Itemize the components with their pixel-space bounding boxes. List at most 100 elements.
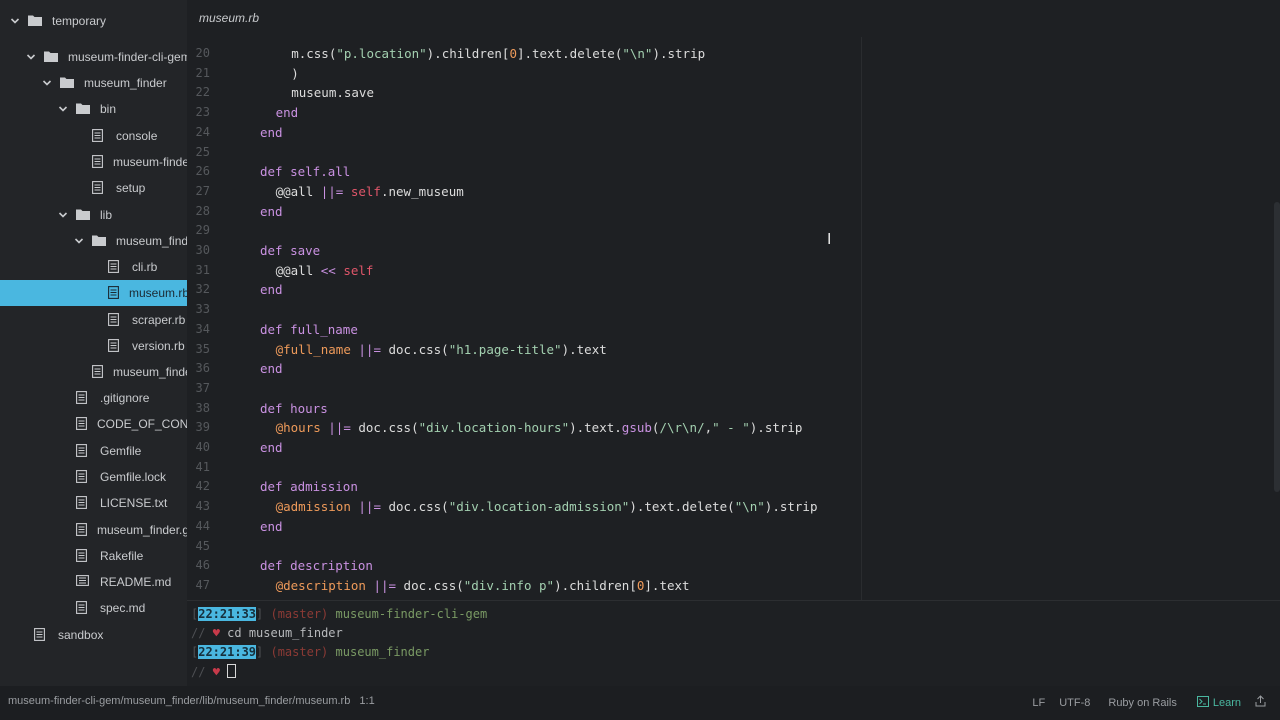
folder-icon xyxy=(28,14,42,28)
line-number: 31 xyxy=(195,262,210,277)
code-token: end xyxy=(260,124,283,140)
code-line: @@all << self xyxy=(276,261,374,281)
code-token: museum.save xyxy=(291,85,374,101)
line-number: 23 xyxy=(195,105,210,120)
tree-item-license-txt[interactable]: LICENSE.txt xyxy=(0,490,187,516)
encoding-selector[interactable]: UTF-8 xyxy=(1059,697,1090,709)
upload-icon[interactable] xyxy=(1255,695,1266,710)
tree-item-museum-finder[interactable]: museum_finder xyxy=(0,359,187,385)
code-line: museum.save xyxy=(291,83,374,103)
line-number: 30 xyxy=(195,243,210,257)
tab-bar: museum.rb xyxy=(187,0,1280,37)
tree-item-bin[interactable]: bin xyxy=(0,96,187,122)
cursor-position[interactable]: 1:1 xyxy=(359,695,374,707)
chevron-down-icon[interactable] xyxy=(74,236,84,246)
chevron-down-icon[interactable] xyxy=(58,104,68,114)
tree-item-museum-rb[interactable]: museum.rb xyxy=(0,280,187,306)
code-token: end xyxy=(260,282,283,298)
chevron-down-icon[interactable] xyxy=(58,210,68,220)
wrap-guide xyxy=(861,37,862,600)
code-token: "\n" xyxy=(622,46,653,61)
code-line: def admission xyxy=(260,477,358,497)
tree-item-code-of-cond[interactable]: CODE_OF_COND xyxy=(0,411,187,437)
chevron-down-icon[interactable] xyxy=(42,78,52,88)
tree-item-cli-rb[interactable]: cli.rb xyxy=(0,254,187,280)
tree-item-sandbox[interactable]: sandbox xyxy=(0,622,187,648)
prompt-path: museum_finder xyxy=(335,645,430,659)
tree-item-label: temporary xyxy=(52,14,107,28)
code-token: "div.location-admission" xyxy=(448,499,630,515)
code-token: doc.css( xyxy=(380,341,449,357)
tree-item-label: console xyxy=(116,129,158,143)
tree-item-gemfile-lock[interactable]: Gemfile.lock xyxy=(0,464,187,490)
file-icon xyxy=(76,496,90,510)
line-ending-selector[interactable]: LF xyxy=(1032,697,1045,709)
line-number: 37 xyxy=(195,380,210,395)
heart-icon: ♥ xyxy=(212,665,220,679)
chevron-down-icon[interactable] xyxy=(26,52,36,62)
tree-item-museum-finder-ge[interactable]: museum_finder.ge xyxy=(0,517,187,543)
tree-item-museum-finder[interactable]: museum_finder xyxy=(0,228,187,254)
code-token: 0 xyxy=(509,46,517,61)
tree-item-gitignore[interactable]: .gitignore xyxy=(0,385,187,411)
file-path-label: museum-finder-cli-gem/museum_finder/lib/… xyxy=(8,695,351,707)
tree-item-label: Gemfile xyxy=(100,444,142,458)
code-token: << xyxy=(320,262,336,278)
code-line: def full_name xyxy=(260,320,358,340)
tree-item-museum-finder[interactable]: museum-finder xyxy=(0,149,187,175)
code-token: ).text.delete( xyxy=(629,499,735,515)
tree-item-museum-finder-cli-gem[interactable]: museum-finder-cli-gem xyxy=(0,44,187,70)
code-line: def hours xyxy=(260,399,328,419)
code-token: @@all xyxy=(275,183,321,199)
editor-scrollbar[interactable] xyxy=(1274,202,1280,492)
tree-item-readme-md[interactable]: README.md xyxy=(0,569,187,595)
learn-button[interactable]: Learn xyxy=(1196,695,1241,710)
code-token: ).strip xyxy=(764,499,818,515)
tree-item-scraper-rb[interactable]: scraper.rb xyxy=(0,307,187,333)
file-icon xyxy=(76,549,90,563)
terminal-panel[interactable]: [22:21:33] (master) museum-finder-cli-ge… xyxy=(187,600,1280,687)
bracket: ] xyxy=(256,607,271,621)
file-icon xyxy=(76,523,87,537)
line-number: 45 xyxy=(195,538,210,553)
code-token: def xyxy=(260,558,291,574)
file-icon xyxy=(76,391,90,405)
tree-item-label: .gitignore xyxy=(100,391,150,405)
code-token: ).children[ xyxy=(554,577,637,593)
folder-icon xyxy=(76,208,90,222)
code-token: def xyxy=(260,321,291,337)
code-token: .new_museum xyxy=(380,183,464,199)
file-icon xyxy=(108,313,122,327)
line-number: 22 xyxy=(195,85,210,100)
code-editor[interactable]: 20 m.css("p.location").children[0].text.d… xyxy=(187,37,1280,600)
code-token: end xyxy=(260,440,283,455)
code-token: save xyxy=(290,243,321,258)
code-line: end xyxy=(276,103,299,123)
tab-museum-rb[interactable]: museum.rb xyxy=(199,11,259,25)
file-icon xyxy=(76,470,90,484)
tree-item-spec-md[interactable]: spec.md xyxy=(0,595,187,621)
grammar-selector[interactable]: Ruby on Rails xyxy=(1108,697,1176,709)
tree-item-setup[interactable]: setup xyxy=(0,175,187,201)
code-token: "p.location" xyxy=(336,46,427,61)
code-token: @hours xyxy=(275,420,321,436)
tree-item-lib[interactable]: lib xyxy=(0,202,187,228)
code-token: ).text. xyxy=(569,420,622,436)
code-token: "div.info p" xyxy=(463,577,555,593)
tree-item-version-rb[interactable]: version.rb xyxy=(0,333,187,359)
tree-item-label: museum-finder-cli-gem xyxy=(68,50,187,64)
chevron-down-icon[interactable] xyxy=(10,16,20,26)
code-line: @@all ||= self.new_museum xyxy=(276,182,464,202)
tree-item-rakefile[interactable]: Rakefile xyxy=(0,543,187,569)
code-token: end xyxy=(275,105,299,121)
tree-item-temporary[interactable]: temporary xyxy=(0,8,187,34)
tree-item-gemfile[interactable]: Gemfile xyxy=(0,438,187,464)
line-number: 34 xyxy=(195,321,210,336)
tree-item-museum-finder[interactable]: museum_finder xyxy=(0,70,187,96)
tree-item-label: museum_finder.ge xyxy=(97,523,187,537)
code-token: hours xyxy=(290,400,328,416)
status-file-path[interactable]: museum-finder-cli-gem/museum_finder/lib/… xyxy=(8,695,375,707)
tree-item-console[interactable]: console xyxy=(0,123,187,149)
code-token: ].text xyxy=(644,577,690,593)
code-token: @admission xyxy=(275,499,351,515)
